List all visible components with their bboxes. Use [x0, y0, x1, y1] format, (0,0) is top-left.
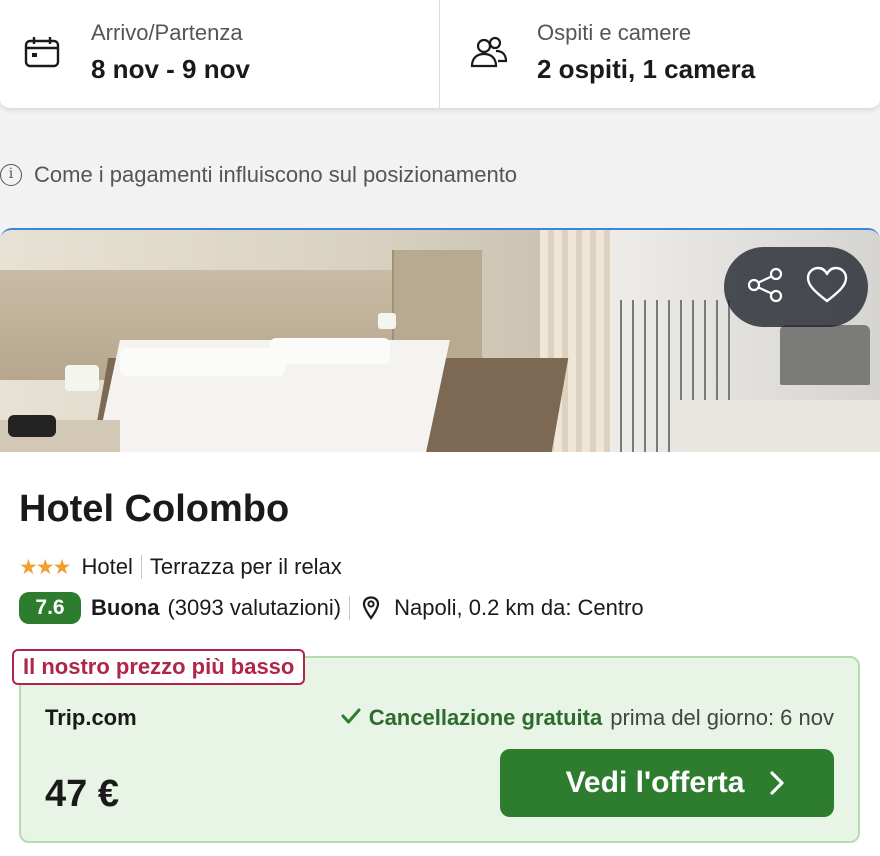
users-icon [469, 36, 508, 68]
review-count: (3093 valutazioni) [167, 595, 342, 620]
guests-value: 2 ospiti, 1 camera [537, 54, 756, 84]
offer-provider: Trip.com [45, 705, 137, 730]
info-icon: i [0, 164, 22, 186]
hotel-card[interactable]: Hotel Colombo ★★★ Hotel Terrazza per il … [0, 228, 880, 856]
hotel-photo[interactable] [0, 230, 880, 452]
search-bar: Arrivo/Partenza 8 nov - 9 nov Ospiti e c… [0, 0, 880, 109]
score-badge: 7.6 [19, 592, 81, 624]
chevron-right-icon [766, 770, 788, 796]
share-button[interactable] [739, 261, 791, 313]
star-icon: ★ [35, 555, 55, 579]
hotel-feature: Terrazza per il relax [149, 554, 342, 579]
divider [140, 555, 142, 579]
lowest-price-badge: Il nostro prezzo più basso [12, 649, 306, 685]
divider [349, 596, 351, 620]
hotel-meta: ★★★ Hotel Terrazza per il relax [19, 552, 342, 582]
calendar-icon [24, 36, 60, 68]
map-pin-icon [362, 596, 380, 620]
cancellation-label: Cancellazione gratuita [368, 705, 603, 730]
offer-price: 47 € [45, 773, 119, 815]
dates-selector[interactable]: Arrivo/Partenza 8 nov - 9 nov [0, 0, 440, 108]
hotel-type: Hotel [81, 554, 133, 579]
cancellation-deadline: prima del giorno: 6 nov [610, 705, 834, 730]
photo-actions [724, 247, 868, 327]
share-icon [745, 266, 785, 309]
view-offer-button[interactable]: Vedi l'offerta [500, 749, 834, 817]
guests-label: Ospiti e camere [537, 20, 692, 45]
star-rating: ★★★ [19, 555, 72, 580]
check-icon [341, 705, 361, 731]
rating-row: 7.6 Buona (3093 valutazioni) Napoli, 0.2… [19, 591, 644, 625]
payments-info-text: Come i pagamenti influiscono sul posizio… [34, 162, 518, 187]
payments-info-link[interactable]: i Come i pagamenti influiscono sul posiz… [0, 160, 517, 190]
dates-label: Arrivo/Partenza [91, 20, 243, 45]
hotel-name[interactable]: Hotel Colombo [19, 488, 289, 531]
free-cancellation: Cancellazione gratuita prima del giorno:… [341, 705, 834, 731]
rating-word: Buona [91, 595, 160, 620]
dates-value: 8 nov - 9 nov [91, 54, 250, 84]
heart-icon [806, 266, 848, 309]
favorite-button[interactable] [801, 261, 853, 313]
view-offer-label: Vedi l'offerta [565, 766, 745, 799]
location-text[interactable]: Napoli, 0.2 km da: Centro [394, 595, 643, 621]
star-icon: ★ [19, 555, 38, 579]
guests-selector[interactable]: Ospiti e camere 2 ospiti, 1 camera [440, 0, 880, 108]
star-icon: ★ [52, 555, 72, 579]
